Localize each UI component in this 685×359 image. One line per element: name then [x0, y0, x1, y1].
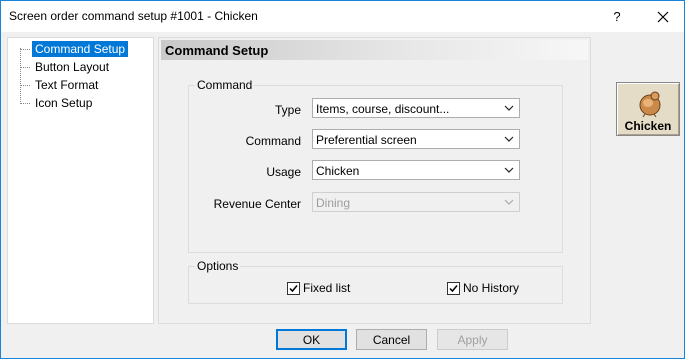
- checkmark-icon: [449, 284, 458, 292]
- no-history-label: No History: [463, 281, 520, 295]
- checkbox-box: [287, 281, 300, 295]
- chicken-icon: [639, 91, 661, 117]
- command-select[interactable]: Preferential screen: [312, 129, 520, 149]
- no-history-checkbox[interactable]: No History: [447, 281, 519, 295]
- chevron-down-icon: [501, 130, 517, 148]
- cancel-button[interactable]: Cancel: [356, 329, 427, 350]
- tree-item-command-setup[interactable]: Command Setup: [20, 41, 129, 57]
- preview-label: Chicken: [624, 119, 672, 133]
- chevron-down-icon: [501, 193, 517, 211]
- close-icon: [657, 11, 668, 22]
- revenue-center-value: Dining: [316, 196, 351, 210]
- dialog-window: Screen order command setup #1001 - Chick…: [0, 0, 685, 359]
- chevron-down-icon: [501, 99, 517, 117]
- options-group: Options Fixed list No History: [188, 259, 563, 304]
- content-title: Command Setup: [165, 43, 269, 58]
- ok-button[interactable]: OK: [276, 329, 347, 350]
- fixed-list-label: Fixed list: [303, 281, 351, 295]
- command-group-title: Command: [195, 78, 255, 92]
- tree-item-text-format[interactable]: Text Format: [20, 77, 101, 93]
- apply-button: Apply: [437, 329, 508, 350]
- tree-item-label: Button Layout: [35, 60, 110, 74]
- title-bar: Screen order command setup #1001 - Chick…: [1, 1, 684, 32]
- revenue-center-label: Revenue Center: [213, 197, 301, 211]
- type-value: Items, course, discount...: [316, 102, 450, 116]
- command-group: Command Type Items, course, discount... …: [188, 78, 563, 253]
- fixed-list-checkbox[interactable]: Fixed list: [287, 281, 350, 295]
- close-button[interactable]: [641, 1, 684, 32]
- tree-item-label: Icon Setup: [35, 96, 93, 110]
- type-label: Type: [274, 103, 301, 117]
- tree-item-icon-setup[interactable]: Icon Setup: [20, 95, 95, 111]
- help-icon: ?: [613, 9, 621, 24]
- revenue-center-select: Dining: [312, 192, 520, 212]
- chevron-down-icon: [501, 161, 517, 179]
- help-button[interactable]: ?: [597, 1, 637, 32]
- content-header: Command Setup: [161, 40, 588, 60]
- window-title: Screen order command setup #1001 - Chick…: [9, 9, 258, 23]
- tree-item-label: Command Setup: [32, 41, 129, 57]
- checkmark-icon: [289, 284, 298, 292]
- command-value: Preferential screen: [316, 133, 417, 147]
- options-group-title: Options: [195, 259, 241, 273]
- usage-value: Chicken: [316, 164, 360, 178]
- settings-tree: Command Setup Button Layout Text Format …: [7, 37, 154, 324]
- tree-item-label: Text Format: [35, 78, 99, 92]
- command-label: Command: [245, 134, 301, 148]
- button-preview[interactable]: Chicken: [616, 82, 680, 136]
- tree-item-button-layout[interactable]: Button Layout: [20, 59, 112, 75]
- checkbox-box: [447, 281, 460, 295]
- type-select[interactable]: Items, course, discount...: [312, 98, 520, 118]
- usage-label: Usage: [266, 165, 301, 179]
- content-panel: Command Setup Command Type Items, course…: [158, 37, 591, 324]
- usage-select[interactable]: Chicken: [312, 160, 520, 180]
